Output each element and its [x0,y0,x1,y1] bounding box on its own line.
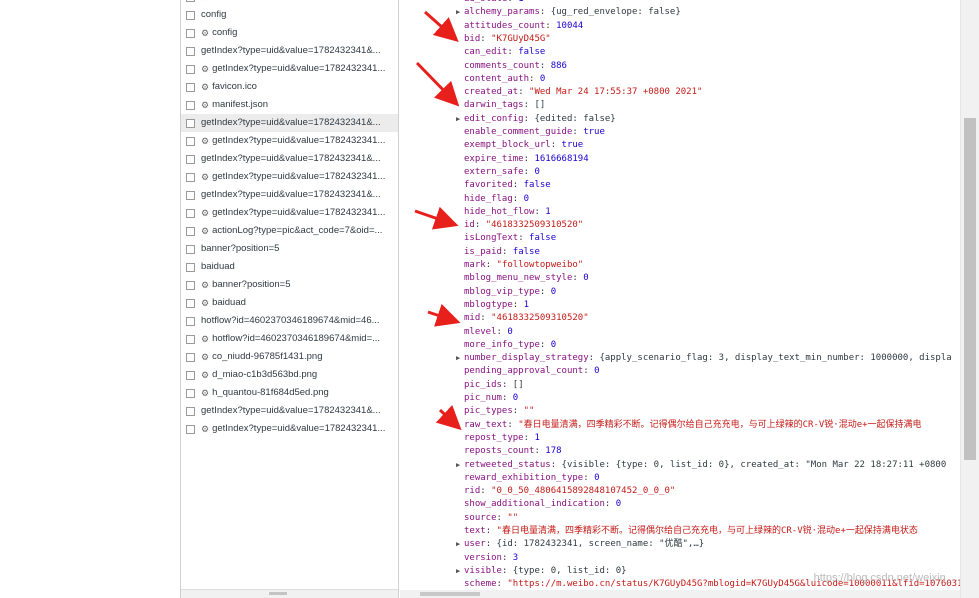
arrow-to-mid [427,303,461,327]
watermark: https://blog.csdn.net/weixin_... [813,572,961,584]
red-annotation-arrows [414,10,462,431]
arrow-to-bid [424,10,459,42]
arrow-to-raw-text [435,404,462,431]
arrow-to-darwin-tags [415,61,460,107]
arrow-to-id [414,206,459,230]
